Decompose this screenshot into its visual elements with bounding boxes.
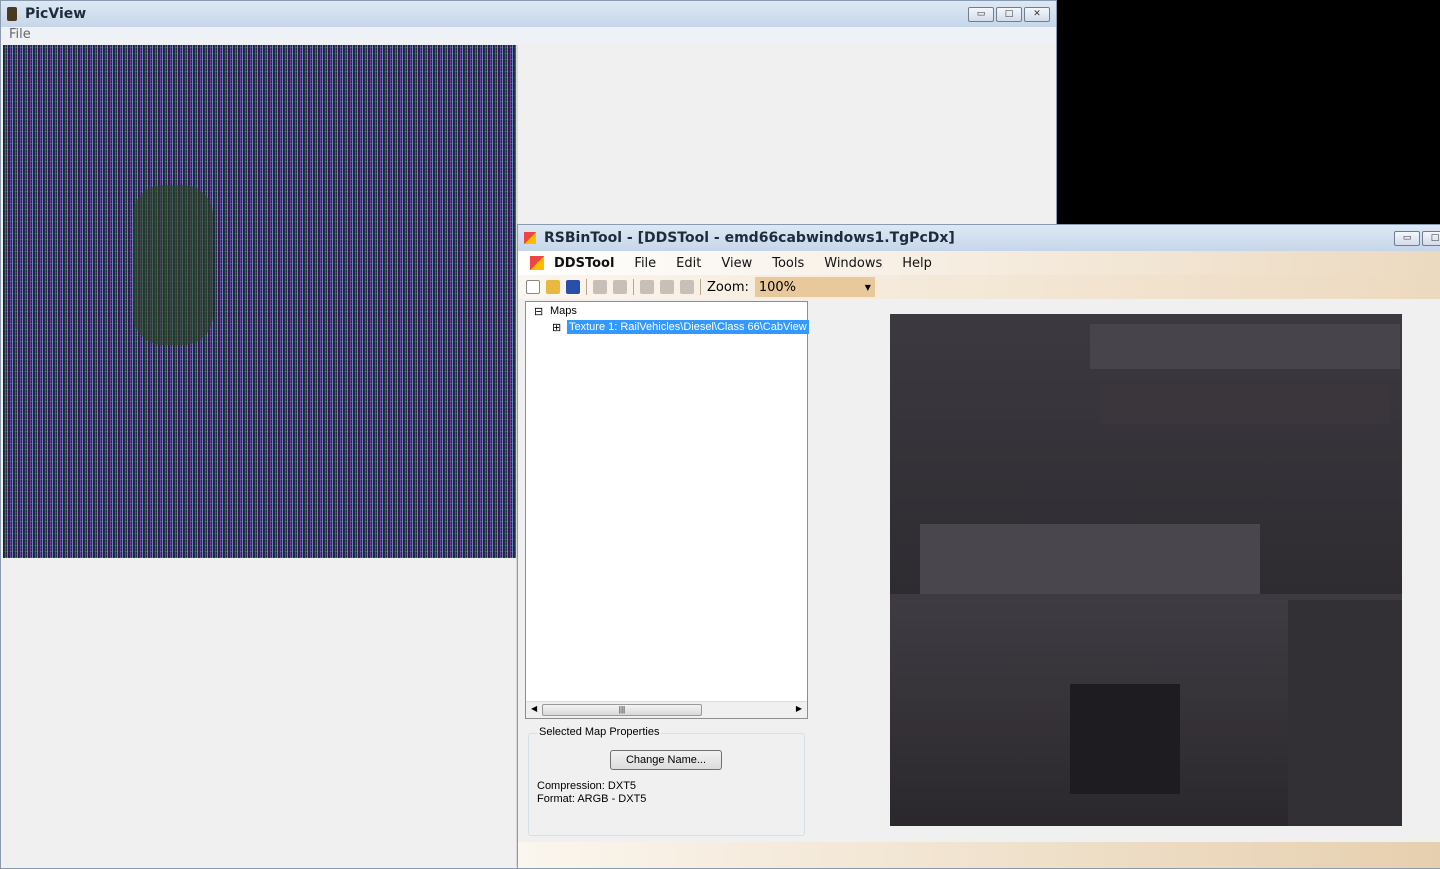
map-properties-group: Selected Map Properties Change Name... C… <box>528 726 805 836</box>
rsbintool-titlebar: RSBinTool - [DDSTool - emd66cabwindows1.… <box>518 225 1440 251</box>
menubar: DDSTool File Edit View Tools Windows Hel… <box>518 251 1440 275</box>
scroll-right-icon[interactable]: ▶ <box>796 704 802 713</box>
zoom-select[interactable]: 100% ▼ <box>754 277 875 297</box>
menu-file[interactable]: File <box>634 256 656 271</box>
maximize-button[interactable]: □ <box>996 7 1022 22</box>
save-icon[interactable] <box>566 280 580 294</box>
toolbar: Zoom: 100% ▼ <box>518 275 1440 299</box>
texture-preview <box>890 314 1402 826</box>
window-title: RSBinTool - [DDSTool - emd66cabwindows1.… <box>544 230 955 246</box>
zoom-label: Zoom: <box>707 279 749 295</box>
minimize-button[interactable]: ▭ <box>968 7 994 22</box>
doc-icon <box>530 256 544 270</box>
picview-titlebar: PicView ▭ □ ✕ <box>1 1 1056 27</box>
maps-tree[interactable]: ⊟ Maps ⊞ Texture 1: RailVehicles\Diesel\… <box>525 301 809 719</box>
paste-icon[interactable] <box>680 280 694 294</box>
menu-view[interactable]: View <box>721 256 752 271</box>
open-icon[interactable] <box>546 280 560 294</box>
menu-edit[interactable]: Edit <box>676 256 701 271</box>
redo-icon[interactable] <box>613 280 627 294</box>
maximize-button[interactable]: □ <box>1422 231 1440 246</box>
app-icon <box>524 232 536 244</box>
compression-text: Compression: DXT5 <box>537 780 637 792</box>
menu-ddstool[interactable]: DDSTool <box>554 256 614 271</box>
change-name-button[interactable]: Change Name... <box>610 750 722 770</box>
new-icon[interactable] <box>526 280 540 294</box>
undo-icon[interactable] <box>593 280 607 294</box>
expand-icon[interactable]: ⊞ <box>552 321 561 334</box>
collapse-icon[interactable]: ⊟ <box>534 305 543 318</box>
menubar: File <box>1 27 1056 43</box>
window-title: PicView <box>25 6 87 22</box>
scroll-left-icon[interactable]: ◀ <box>531 704 537 713</box>
copy-icon[interactable] <box>660 280 674 294</box>
group-title: Selected Map Properties <box>537 726 662 738</box>
menu-tools[interactable]: Tools <box>772 256 804 271</box>
rsbintool-window: RSBinTool - [DDSTool - emd66cabwindows1.… <box>517 224 1440 869</box>
menu-windows[interactable]: Windows <box>824 256 882 271</box>
close-button[interactable]: ✕ <box>1024 7 1050 22</box>
picture-view <box>3 45 516 558</box>
app-icon <box>7 7 17 21</box>
minimize-button[interactable]: ▭ <box>1394 231 1420 246</box>
format-text: Format: ARGB - DXT5 <box>537 793 647 805</box>
status-bar <box>518 842 1440 868</box>
menu-help[interactable]: Help <box>902 256 932 271</box>
horizontal-scrollbar[interactable]: ◀ ||| ▶ <box>526 701 807 718</box>
zoom-value: 100% <box>758 279 797 295</box>
tree-node-texture[interactable]: Texture 1: RailVehicles\Diesel\Class 66\… <box>567 320 809 334</box>
cut-icon[interactable] <box>640 280 654 294</box>
tree-node-maps[interactable]: Maps <box>550 305 577 317</box>
chevron-down-icon: ▼ <box>864 282 871 292</box>
scroll-thumb[interactable]: ||| <box>542 704 702 716</box>
menu-file[interactable]: File <box>9 27 31 42</box>
